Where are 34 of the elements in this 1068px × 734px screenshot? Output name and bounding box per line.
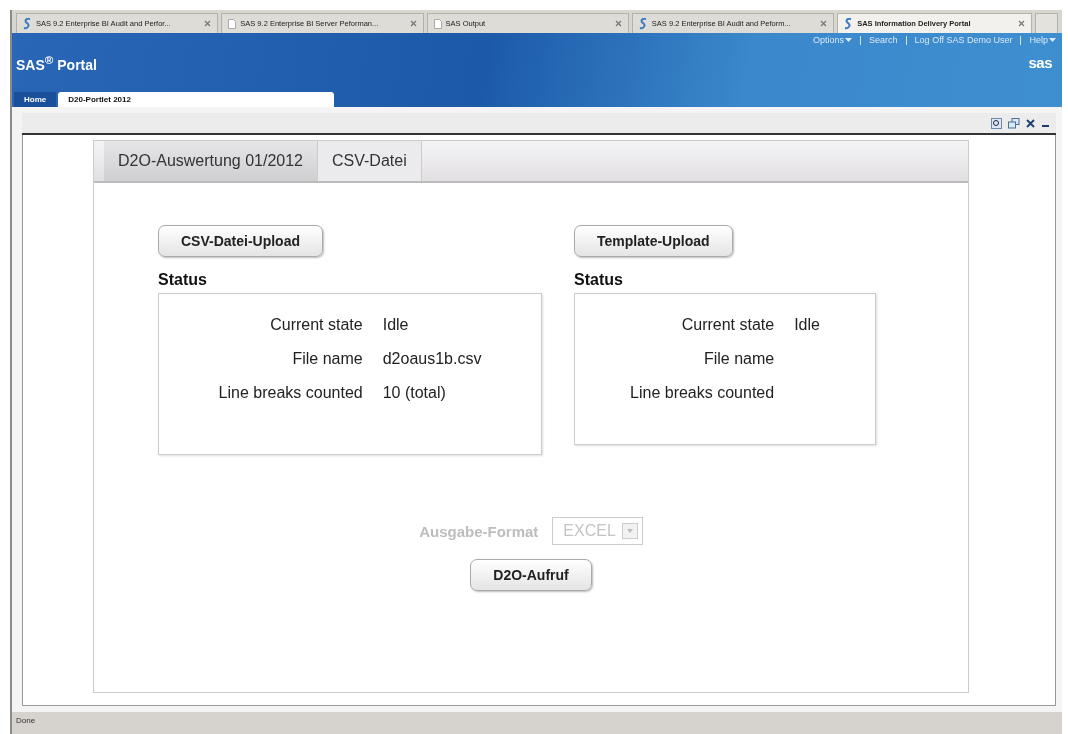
portal-title: SAS$^{®}$ Portal bbox=[16, 53, 97, 73]
format-label: Ausgabe-Format bbox=[419, 522, 539, 540]
status-label: File name bbox=[291, 350, 363, 368]
status-value: Idle bbox=[382, 316, 410, 334]
portal-tab[interactable]: D20-Portlet 2012 bbox=[58, 92, 335, 107]
panel-tab[interactable]: CSV-Datei bbox=[318, 141, 422, 181]
close-icon[interactable] bbox=[1017, 20, 1025, 27]
status-heading: Status bbox=[574, 271, 623, 289]
caret-icon bbox=[845, 38, 853, 43]
upload-button[interactable]: CSV-Datei-Upload bbox=[158, 225, 323, 257]
status-label: Line breaks counted bbox=[217, 384, 363, 402]
status-value: Idle bbox=[794, 316, 821, 334]
close-icon[interactable] bbox=[1026, 118, 1035, 128]
sas-logo-icon bbox=[638, 17, 648, 30]
status-value: d2oaus1b.csv bbox=[382, 350, 483, 368]
page-icon bbox=[228, 18, 237, 29]
dropdown-icon bbox=[621, 523, 638, 539]
upload-button[interactable]: Template-Upload bbox=[574, 225, 733, 257]
status-value: 10 (total) bbox=[382, 384, 447, 402]
page-icon bbox=[433, 18, 442, 29]
status-label: Current state bbox=[680, 316, 775, 334]
panel-tab[interactable]: D2O-Auswertung 01/2012 bbox=[104, 141, 318, 181]
sas-logo-icon bbox=[23, 17, 32, 30]
portal-tab[interactable]: Home bbox=[14, 92, 57, 107]
status-label: Current state bbox=[269, 316, 363, 334]
windows-icon[interactable] bbox=[1008, 117, 1020, 129]
run-button[interactable]: D2O-Aufruf bbox=[470, 559, 592, 591]
status-heading: Status bbox=[158, 271, 207, 289]
search-icon[interactable] bbox=[991, 117, 1002, 129]
caret-icon bbox=[1049, 38, 1056, 43]
status-label: File name bbox=[702, 350, 775, 368]
sas-logo: sas bbox=[1028, 54, 1052, 72]
sas-logo-icon bbox=[844, 17, 854, 30]
status-label: Line breaks counted bbox=[629, 384, 775, 402]
